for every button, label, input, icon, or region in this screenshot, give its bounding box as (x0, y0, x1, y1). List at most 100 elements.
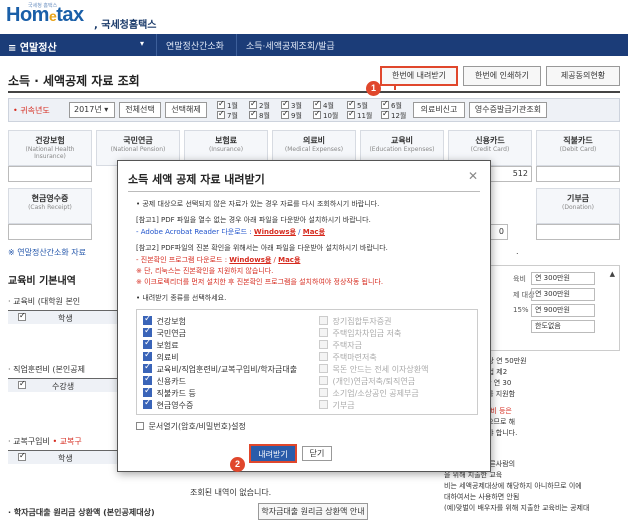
month-checkbox[interactable]: 11월 (347, 109, 372, 121)
checkbox-checked[interactable] (217, 109, 225, 119)
verify-mac-link[interactable]: Mac용 (278, 256, 300, 264)
card-cash-receipt[interactable]: 현금영수증 (Cash Receipt) (8, 188, 92, 224)
check-cash-receipt[interactable]: 현금영수증 (143, 398, 194, 411)
print-all-button[interactable]: 한번에 인쇄하기 (463, 66, 541, 86)
month-checkbox[interactable]: 7월 (217, 109, 238, 121)
checkbox-checked[interactable] (143, 374, 152, 385)
check-label: (개인)연금저축/퇴직연금 (332, 377, 416, 386)
check-housing-fund: 주택자금 (319, 340, 362, 351)
check-label: 장기집합투자증권 (332, 317, 392, 326)
card-health-insurance[interactable]: 건강보험 (National Health Insurance) (8, 130, 92, 166)
download-all-button[interactable]: 한번에 내려받기 (380, 66, 458, 86)
check-small-business: 소기업/소상공인 공제부금 (319, 388, 419, 399)
checkbox-checked[interactable] (381, 109, 389, 119)
breadcrumb-simplified[interactable]: 연말정산간소화 (166, 39, 224, 52)
checkbox-checked[interactable] (143, 350, 152, 361)
check-education[interactable]: 교육비/직업훈련비/교복구입비/학자금대출 (143, 362, 297, 375)
hometax-logo[interactable]: Hometax (6, 4, 84, 27)
checkbox-checked[interactable] (18, 451, 26, 461)
deselect-button[interactable]: 선택해제 (165, 102, 207, 118)
checkbox-checked[interactable] (18, 379, 26, 389)
checkbox-checked[interactable] (281, 99, 289, 109)
month-checkbox[interactable]: 12월 (381, 109, 406, 121)
card-donation[interactable]: 기부금 (Donation) (536, 188, 620, 224)
link-separator: / (295, 228, 303, 236)
uniform-subheading: · 교복구입비 • 교복구 (8, 436, 82, 447)
checkbox-checked[interactable] (281, 109, 289, 119)
modal-ref1: [참고1] PDF 파일을 열수 없는 경우 아래 파일을 다운받아 설치하시기… (136, 216, 371, 224)
simplified-link[interactable]: ※ 연말정산간소화 자료 (8, 247, 86, 258)
card-title: 국민연금 (123, 136, 153, 145)
month-checkbox[interactable]: 10월 (313, 109, 338, 121)
verify-windows-link[interactable]: Windows용 (229, 256, 271, 264)
medical-report-button[interactable]: 의료비신고 (413, 102, 465, 118)
chevron-down-icon[interactable]: ▾ (140, 39, 144, 48)
select-all-button[interactable]: 전체선택 (119, 102, 161, 118)
check-long-term-fund: 장기집합투자증권 (319, 316, 391, 327)
checkbox-checked[interactable] (347, 109, 355, 119)
checkbox-checked[interactable] (249, 99, 257, 109)
education-table-header: 학생 (8, 310, 118, 324)
checkbox-checked[interactable] (381, 99, 389, 109)
acrobat-windows-link[interactable]: Windows용 (254, 228, 296, 236)
check-housing-loan: 주택임차차입금 저축 (319, 328, 401, 339)
checkbox-checked[interactable] (217, 99, 225, 109)
checkbox-checked[interactable] (249, 109, 257, 119)
year-select[interactable]: 2017년 ▾ (69, 102, 115, 118)
checkbox-checked[interactable] (313, 99, 321, 109)
checkbox-checked[interactable] (143, 338, 152, 349)
checkbox-disabled (319, 316, 328, 325)
checkbox-checked[interactable] (143, 386, 152, 397)
month-label: 3월 (291, 102, 302, 110)
debit-card-amount (536, 166, 620, 182)
note-line: (예)맞벌이 배우자를 위해 지출한 교육비는 공제대 (444, 504, 590, 512)
month-checkbox[interactable]: 9월 (281, 109, 302, 121)
checkbox-checked[interactable] (143, 362, 152, 373)
card-debit-card[interactable]: 직불카드 (Debit Card) (536, 130, 620, 166)
checkbox-checked[interactable] (313, 109, 321, 119)
month-label: 2월 (259, 102, 270, 110)
checkbox-checked[interactable] (347, 99, 355, 109)
acrobat-mac-link[interactable]: Mac용 (303, 228, 325, 236)
check-label: 주택임차차입금 저축 (332, 329, 402, 338)
check-label: 국민연금 (156, 329, 186, 338)
month-checkbox[interactable]: 8월 (249, 109, 270, 121)
download-button[interactable]: 내려받기 (249, 444, 297, 463)
checkbox-checked[interactable] (18, 311, 26, 321)
close-button[interactable]: 닫기 (302, 446, 332, 461)
checkbox-disabled (319, 340, 328, 349)
check-label: 기부금 (332, 401, 355, 410)
page-title: 소득 · 세액공제 자료 조회 (8, 74, 140, 88)
card-title: 보험료 (214, 136, 238, 145)
vocational-subheading: · 직업훈련비 (본인공제 (8, 365, 85, 374)
student-loan-info-button[interactable]: 학자금대출 원리금 상환액 안내 (258, 503, 368, 520)
check-label: 보험료 (156, 341, 179, 350)
password-option[interactable]: 문서열기(암호/비밀번호)설정 (136, 421, 246, 432)
card-subtitle: (Medical Expenses) (284, 146, 344, 153)
check-donation: 기부금 (319, 400, 355, 411)
check-lease-interest: 목돈 안드는 전세 이자상환액 (319, 364, 429, 375)
consent-status-button[interactable]: 제공동의현황 (546, 66, 620, 86)
check-label: 현금영수증 (156, 401, 194, 410)
limit-value: 연 300만원 (531, 288, 595, 301)
scroll-up-icon[interactable]: ▲ (610, 270, 615, 278)
checkbox-checked[interactable] (143, 398, 152, 409)
modal-notice: • 공제 대상으로 선택되지 않은 자료가 있는 경우 자료를 다시 조회하시기… (136, 200, 380, 208)
card-subtitle: (Donation) (562, 204, 594, 211)
modal-title: 소득 세액 공제 자료 내려받기 (128, 173, 265, 186)
checkbox-checked[interactable] (143, 326, 152, 337)
checkbox-checked[interactable] (143, 314, 152, 325)
download-type-checklist: 건강보험 국민연금 보험료 의료비 교육비/직업훈련비/교복구입비/학자금대출 … (136, 309, 478, 415)
logo-text-hom: Hom (6, 4, 49, 26)
checkbox-unchecked[interactable] (136, 422, 144, 430)
breadcrumb-deduction-lookup[interactable]: 소득·세액공제조회/발급 (246, 39, 335, 52)
uniform-table-header: 학생 (8, 450, 118, 464)
callout-line (394, 86, 396, 90)
limit-value: 연 900만원 (531, 304, 595, 317)
note-line: 대하여서는 사용하면 안됨 (444, 493, 520, 501)
close-icon[interactable]: ✕ (468, 169, 478, 183)
nav-menu-year-end[interactable]: ≡ 연말정산 (8, 39, 57, 54)
card-subtitle: (National Health Insurance) (25, 146, 75, 160)
modal-select-prompt: • 내려받기 종류를 선택하세요. (136, 294, 227, 302)
receipt-agency-button[interactable]: 영수증발급기관조회 (469, 102, 547, 118)
